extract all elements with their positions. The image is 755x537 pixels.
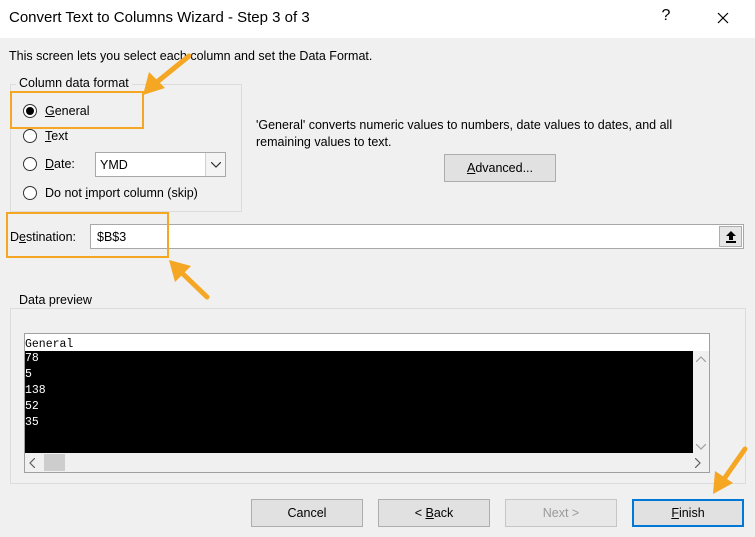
annotation-arrow-icon (143, 53, 192, 95)
annotation-arrow-icon (169, 260, 210, 300)
annotation-arrows (143, 53, 748, 494)
annotation-arrow-icon (713, 446, 748, 494)
